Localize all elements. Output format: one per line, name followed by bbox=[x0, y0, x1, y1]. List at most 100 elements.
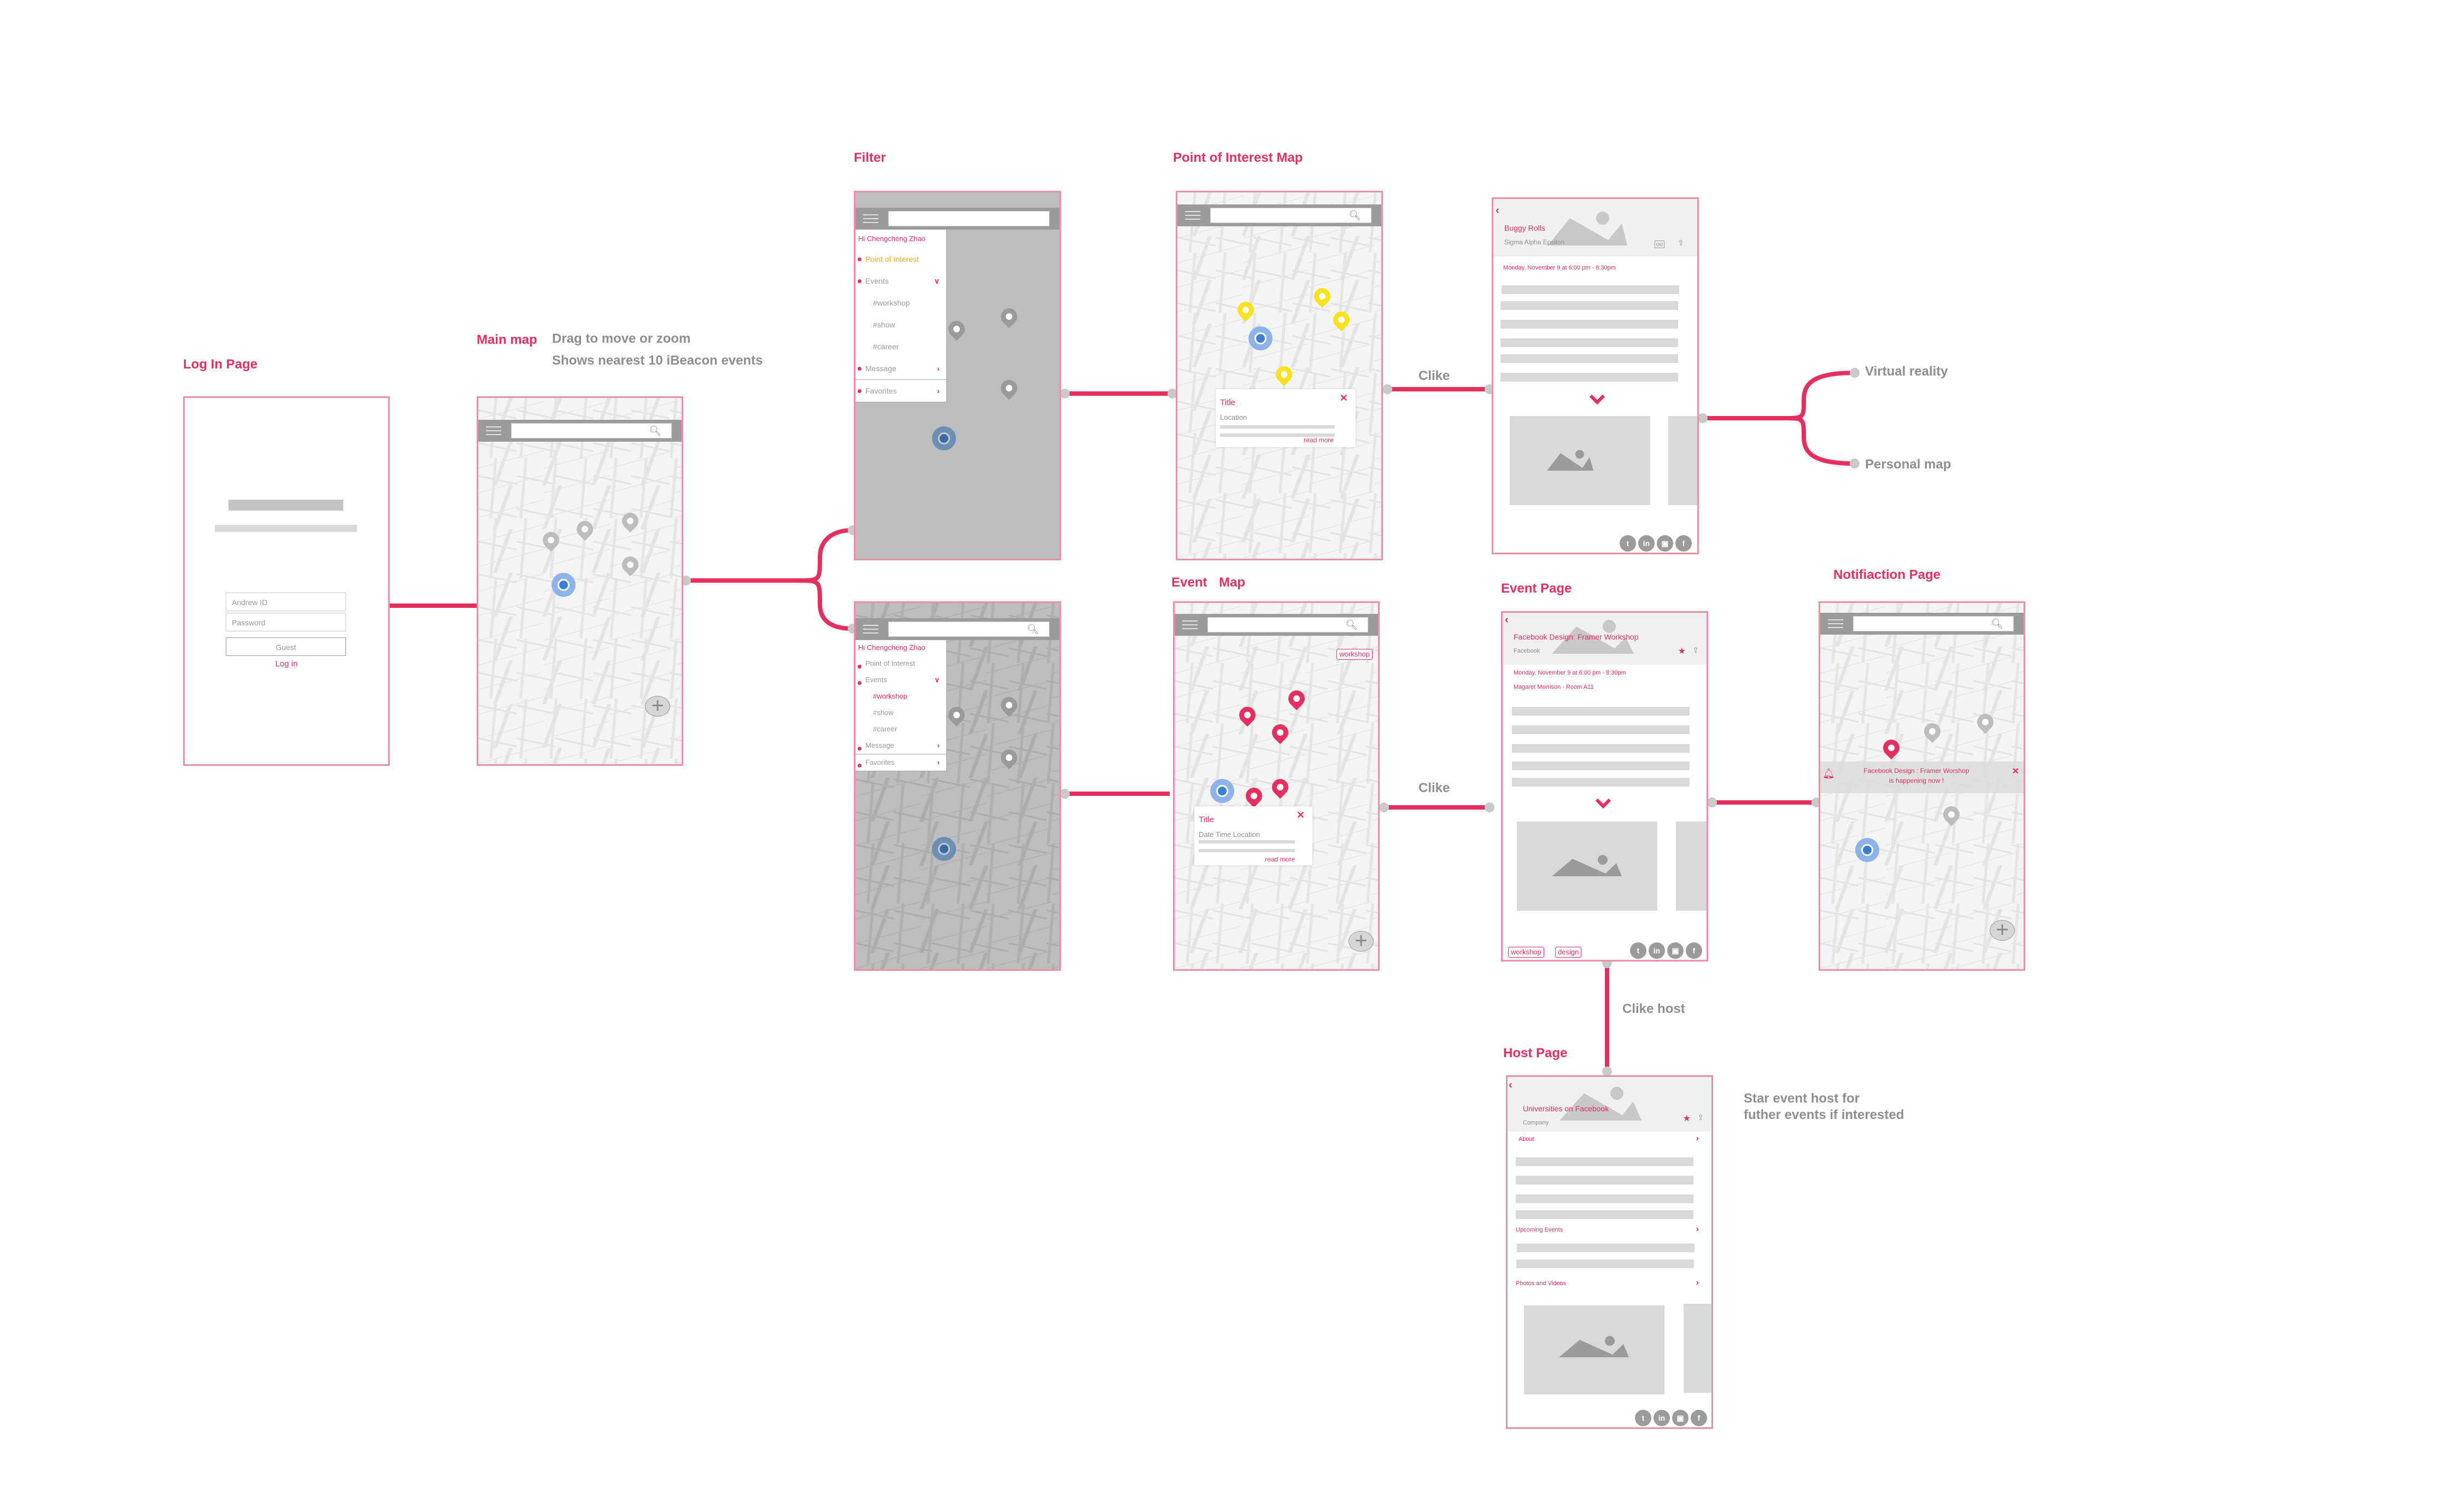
menu-item-career[interactable]: #career bbox=[855, 721, 946, 737]
map-pin[interactable] bbox=[573, 517, 597, 541]
menu-item-poi[interactable]: Point of Interest bbox=[855, 248, 946, 270]
facebook-icon[interactable]: f bbox=[1686, 942, 1702, 959]
read-more-link[interactable]: read more bbox=[1304, 436, 1334, 444]
map-pin[interactable] bbox=[997, 746, 1021, 770]
menu-icon[interactable] bbox=[863, 625, 878, 634]
back-icon[interactable]: ‹ bbox=[1496, 204, 1499, 217]
twitter-icon[interactable]: t bbox=[1630, 942, 1646, 959]
menu-item-workshop[interactable]: #workshop bbox=[855, 292, 946, 314]
search-icon[interactable]: 🔍︎ bbox=[1349, 210, 1361, 221]
back-icon[interactable]: ‹ bbox=[1509, 1079, 1512, 1092]
share-icon[interactable]: ⇪ bbox=[1697, 1113, 1704, 1122]
map-pin[interactable] bbox=[618, 509, 642, 533]
map-pin[interactable] bbox=[539, 528, 563, 552]
share-icon[interactable]: ⇪ bbox=[1678, 238, 1684, 248]
menu-icon[interactable] bbox=[1185, 211, 1200, 220]
main-map-screen[interactable]: 🔍︎ + bbox=[477, 396, 683, 766]
guest-button[interactable]: Guest bbox=[226, 637, 346, 656]
gallery-image[interactable] bbox=[1510, 416, 1650, 505]
gallery-image[interactable] bbox=[1676, 822, 1707, 911]
poi-pin[interactable] bbox=[1329, 308, 1353, 332]
map-pin[interactable] bbox=[618, 553, 642, 577]
map-pin[interactable] bbox=[997, 376, 1021, 400]
expand-chevron-icon[interactable] bbox=[1589, 389, 1605, 405]
star-icon[interactable]: ★ bbox=[1678, 646, 1686, 657]
linkedin-icon[interactable]: in bbox=[1649, 942, 1665, 959]
close-icon[interactable]: ✕ bbox=[1297, 810, 1305, 821]
facebook-icon[interactable]: f bbox=[1675, 535, 1692, 552]
search-icon[interactable]: 🔍︎ bbox=[649, 425, 661, 437]
gallery-image[interactable] bbox=[1668, 416, 1697, 505]
menu-item-career[interactable]: #career bbox=[855, 336, 946, 358]
menu-icon[interactable] bbox=[486, 426, 501, 435]
star-icon[interactable]: ★ bbox=[1683, 1113, 1691, 1124]
twitter-icon[interactable]: t bbox=[1635, 1410, 1651, 1426]
vr-headset-icon[interactable]: oo bbox=[1654, 241, 1664, 248]
search-input[interactable]: 🔍︎ bbox=[1853, 616, 2014, 631]
notification-screen[interactable]: 🔍︎ 🔔︎ Facebook Design : Framer Worshop i… bbox=[1819, 601, 2025, 971]
filter-tag[interactable]: workshop bbox=[1336, 649, 1373, 660]
menu-icon[interactable] bbox=[863, 214, 878, 223]
close-icon[interactable]: ✕ bbox=[1340, 392, 1348, 404]
poi-pin[interactable] bbox=[1234, 298, 1258, 322]
read-more-link[interactable]: read more bbox=[1265, 855, 1295, 863]
map-pin[interactable] bbox=[997, 693, 1021, 717]
menu-icon[interactable] bbox=[1182, 620, 1198, 629]
instagram-icon[interactable]: ▣ bbox=[1672, 1410, 1688, 1426]
event-pin[interactable] bbox=[1285, 687, 1309, 711]
gallery-image[interactable] bbox=[1684, 1304, 1711, 1393]
event-pin[interactable] bbox=[1268, 775, 1292, 799]
section-about[interactable]: About › bbox=[1518, 1134, 1704, 1143]
search-input[interactable]: 🔍︎ bbox=[1210, 208, 1371, 223]
zoom-plus-button[interactable]: + bbox=[1990, 919, 2015, 941]
expand-chevron-icon[interactable] bbox=[1595, 793, 1611, 809]
search-input[interactable]: 🔍︎ bbox=[511, 423, 672, 438]
notification-banner[interactable]: 🔔︎ Facebook Design : Framer Worshop is h… bbox=[1820, 761, 2024, 793]
search-icon[interactable]: 🔍︎ bbox=[1345, 619, 1358, 631]
share-icon[interactable]: ⇪ bbox=[1692, 646, 1699, 655]
twitter-icon[interactable]: t bbox=[1620, 535, 1636, 552]
andrew-id-field[interactable]: Andrew ID bbox=[226, 593, 346, 611]
poi-pin[interactable] bbox=[1310, 284, 1334, 308]
event-pin[interactable] bbox=[1235, 703, 1259, 727]
event-pin[interactable] bbox=[1879, 736, 1903, 760]
zoom-plus-button[interactable]: + bbox=[645, 695, 670, 717]
zoom-plus-button[interactable]: + bbox=[1349, 930, 1374, 952]
linkedin-icon[interactable]: in bbox=[1638, 535, 1655, 552]
map-pin[interactable] bbox=[997, 304, 1021, 329]
gallery-image[interactable] bbox=[1517, 822, 1657, 911]
menu-item-message[interactable]: Message › bbox=[855, 737, 946, 754]
map-pin[interactable] bbox=[1920, 719, 1944, 743]
menu-item-favorites[interactable]: Favorites › bbox=[855, 754, 946, 771]
search-input[interactable]: 🔍︎ bbox=[888, 622, 1050, 637]
poi-map-screen[interactable]: 🔍︎ Title ✕ Location read more bbox=[1176, 191, 1383, 560]
menu-item-workshop[interactable]: #workshop bbox=[855, 688, 946, 705]
menu-item-show[interactable]: #show bbox=[855, 705, 946, 721]
search-input[interactable]: 🔍︎ bbox=[1207, 617, 1368, 632]
linkedin-icon[interactable]: in bbox=[1654, 1410, 1670, 1426]
close-icon[interactable]: ✕ bbox=[2012, 766, 2019, 777]
map-pin[interactable] bbox=[1939, 802, 1963, 827]
menu-item-events[interactable]: Events ∨ bbox=[855, 270, 946, 292]
menu-icon[interactable] bbox=[1828, 619, 1843, 628]
back-icon[interactable]: ‹ bbox=[1505, 614, 1509, 626]
event-pin[interactable] bbox=[1268, 720, 1292, 745]
map-pin[interactable] bbox=[945, 317, 969, 341]
menu-item-message[interactable]: Message › bbox=[855, 358, 946, 379]
menu-item-show[interactable]: #show bbox=[855, 314, 946, 336]
instagram-icon[interactable]: ▣ bbox=[1667, 942, 1684, 959]
password-field[interactable]: Password bbox=[226, 613, 346, 631]
section-photos-videos[interactable]: Photos and Videos › bbox=[1516, 1278, 1704, 1287]
tag-design[interactable]: design bbox=[1555, 947, 1582, 958]
login-link[interactable]: Log in bbox=[185, 659, 388, 669]
map-pin[interactable] bbox=[1973, 710, 1997, 734]
menu-item-poi[interactable]: Point of Interest bbox=[855, 655, 946, 672]
event-map-screen[interactable]: 🔍︎ workshop Title ✕ Date Time Location r… bbox=[1173, 601, 1380, 971]
search-icon[interactable]: 🔍︎ bbox=[1027, 624, 1039, 635]
search-icon[interactable]: 🔍︎ bbox=[1991, 618, 2003, 630]
menu-item-events[interactable]: Events ∨ bbox=[855, 672, 946, 688]
menu-item-favorites[interactable]: Favorites › bbox=[855, 379, 946, 402]
instagram-icon[interactable]: ▣ bbox=[1657, 535, 1673, 552]
gallery-image[interactable] bbox=[1524, 1305, 1664, 1394]
tag-workshop[interactable]: workshop bbox=[1508, 947, 1544, 958]
